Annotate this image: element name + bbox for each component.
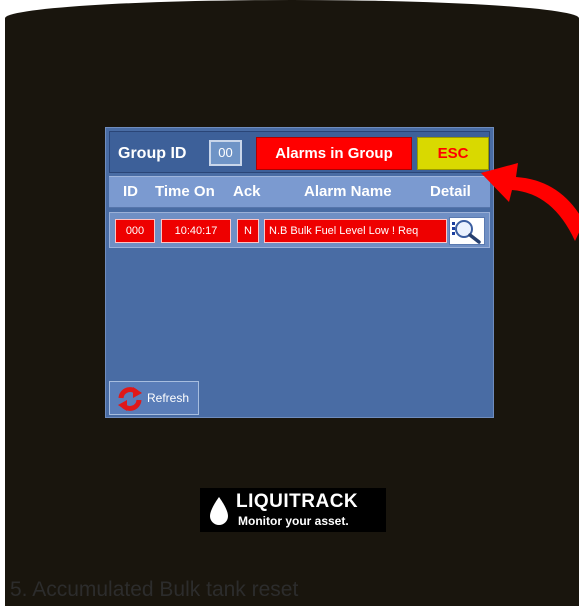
droplet-icon bbox=[210, 497, 228, 525]
column-header: ID Time On Ack Alarm Name Detail bbox=[109, 176, 490, 208]
panel-header: Group ID 00 Alarms in Group ESC bbox=[109, 131, 490, 173]
group-id-value: 00 bbox=[209, 140, 242, 166]
column-header-alarm-name: Alarm Name bbox=[304, 183, 392, 200]
alarm-group-panel: Group ID 00 Alarms in Group ESC ID Time … bbox=[105, 127, 494, 418]
alarm-id-cell: 000 bbox=[115, 219, 155, 243]
alarm-time-cell: 10:40:17 bbox=[161, 219, 231, 243]
liquitrack-logo: LIQUITRACK Monitor your asset. bbox=[200, 488, 386, 532]
alarms-in-group-title: Alarms in Group bbox=[256, 137, 412, 170]
logo-brand: LIQUITRACK bbox=[236, 491, 359, 512]
red-arrow-annotation bbox=[481, 163, 579, 241]
refresh-button[interactable]: Refresh bbox=[109, 381, 199, 415]
alarm-name-cell: N.B Bulk Fuel Level Low ! Req bbox=[264, 219, 447, 243]
column-header-time-on: Time On bbox=[155, 183, 215, 200]
refresh-icon bbox=[118, 387, 142, 411]
column-header-detail: Detail bbox=[430, 183, 471, 200]
column-header-id: ID bbox=[123, 183, 138, 200]
group-id-label: Group ID bbox=[118, 145, 187, 162]
refresh-label: Refresh bbox=[147, 391, 190, 405]
alarm-row[interactable]: 000 10:40:17 N N.B Bulk Fuel Level Low !… bbox=[109, 212, 490, 248]
column-header-ack: Ack bbox=[233, 183, 261, 200]
alarm-ack-cell: N bbox=[237, 219, 259, 243]
logo-tagline: Monitor your asset. bbox=[238, 514, 349, 528]
device-screen: Group ID 00 Alarms in Group ESC ID Time … bbox=[5, 0, 579, 606]
caption-text: 5. Accumulated Bulk tank reset bbox=[10, 578, 299, 601]
